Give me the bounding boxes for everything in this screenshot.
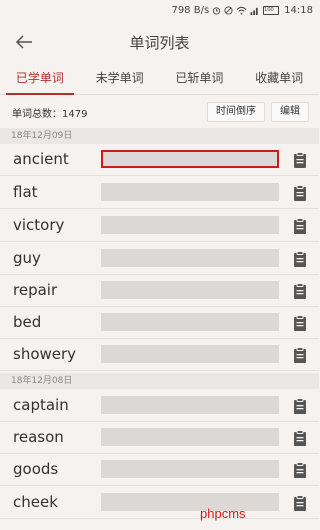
alarm-icon (212, 6, 221, 15)
sort-button[interactable]: 时间倒序 (207, 102, 265, 122)
list-item[interactable]: cheek (0, 487, 319, 519)
clipboard-icon[interactable] (293, 251, 307, 267)
do-not-disturb-icon (224, 5, 233, 15)
clipboard-icon[interactable] (293, 462, 307, 478)
clipboard-icon[interactable] (293, 185, 307, 201)
clipboard-icon[interactable] (293, 315, 307, 331)
edit-button[interactable]: 编辑 (271, 102, 309, 122)
signal-icon (250, 6, 260, 15)
list-item[interactable]: ancient (0, 144, 319, 176)
list-item[interactable]: bed (0, 307, 319, 339)
status-bar: 798 B/s 100 14:18 (0, 0, 319, 20)
meaning-placeholder[interactable] (101, 345, 279, 363)
word-text: captain (13, 396, 69, 414)
meaning-placeholder[interactable] (101, 281, 279, 299)
list-item[interactable]: repair (0, 275, 319, 307)
list-item[interactable]: goods (0, 454, 319, 486)
word-text: showery (13, 345, 77, 363)
word-text: reason (13, 428, 64, 446)
clipboard-icon[interactable] (293, 495, 307, 511)
meaning-placeholder[interactable] (101, 183, 279, 201)
word-text: flat (13, 183, 38, 201)
arrow-left-icon (15, 35, 32, 49)
clipboard-icon[interactable] (293, 347, 307, 363)
tab-bar: 已学单词 未学单词 已斩单词 收藏单词 (0, 64, 319, 95)
word-text: cheek (13, 493, 58, 511)
list-item[interactable]: flat (0, 177, 319, 209)
meaning-placeholder[interactable] (101, 460, 279, 478)
word-text: ancient (13, 150, 69, 168)
back-button[interactable] (12, 30, 36, 54)
word-text: goods (13, 460, 59, 478)
meaning-placeholder[interactable] (101, 396, 279, 414)
word-count: 单词总数：1479 (12, 108, 88, 120)
word-text: repair (13, 281, 58, 299)
meaning-placeholder[interactable] (101, 216, 279, 234)
date-header: 18年12月09日 (0, 128, 319, 144)
clock: 14:18 (284, 4, 313, 16)
tab-learned[interactable]: 已学单词 (0, 64, 80, 95)
page-title: 单词列表 (129, 33, 190, 52)
clipboard-icon[interactable] (293, 283, 307, 299)
list-item[interactable]: showery (0, 339, 319, 371)
app-header: 单词列表 (0, 20, 319, 64)
word-text: victory (13, 216, 65, 234)
tab-unlearned[interactable]: 未学单词 (80, 64, 160, 94)
date-header: 18年12月08日 (0, 373, 319, 389)
list-item[interactable]: guy (0, 243, 319, 275)
meaning-placeholder[interactable] (101, 249, 279, 267)
meaning-placeholder[interactable] (101, 428, 279, 446)
wifi-icon (236, 6, 247, 15)
clipboard-icon[interactable] (293, 152, 307, 168)
list-item[interactable]: victory (0, 210, 319, 242)
list-item[interactable]: reason (0, 422, 319, 454)
word-text: bed (13, 313, 42, 331)
network-speed: 798 B/s (171, 4, 210, 16)
tab-slain[interactable]: 已斩单词 (160, 64, 240, 94)
clipboard-icon[interactable] (293, 218, 307, 234)
clipboard-icon[interactable] (293, 398, 307, 414)
tab-favorites[interactable]: 收藏单词 (239, 64, 319, 94)
meaning-placeholder[interactable] (101, 313, 279, 331)
clipboard-icon[interactable] (293, 430, 307, 446)
summary-bar: 单词总数：1479 时间倒序 编辑 (0, 97, 319, 127)
word-text: guy (13, 249, 41, 267)
list-item[interactable]: captain (0, 390, 319, 422)
watermark: phpcms (200, 506, 246, 521)
battery-icon: 100 (263, 5, 280, 15)
meaning-placeholder[interactable] (101, 150, 279, 168)
meaning-placeholder[interactable] (101, 493, 279, 511)
